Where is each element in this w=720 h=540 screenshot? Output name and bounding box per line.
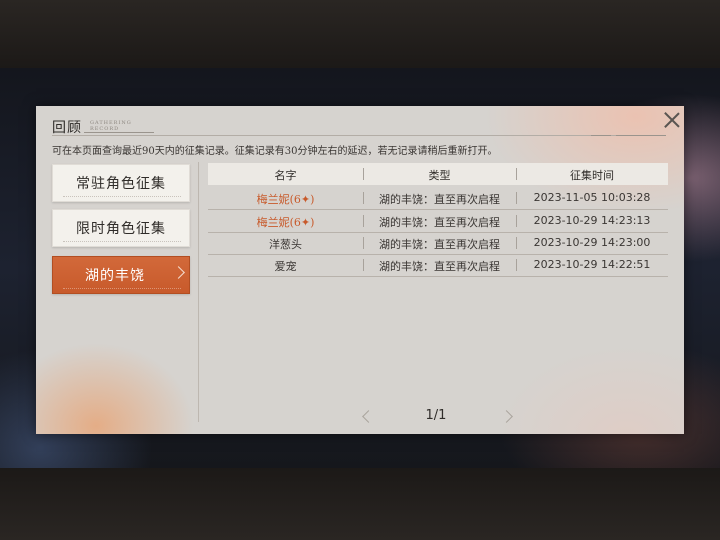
bottom-band	[0, 468, 720, 540]
table-row: 爱宠 湖的丰饶：直至再次启程 2023-10-29 14:22:51	[208, 254, 668, 277]
table-header: 名字 类型 征集时间	[208, 163, 668, 185]
tab-decoration	[63, 238, 181, 242]
tab-decoration	[63, 193, 181, 197]
close-icon[interactable]	[660, 108, 684, 132]
table-row: 梅兰妮(6✦) 湖的丰饶：直至再次启程 2023-11-05 10:03:28	[208, 187, 668, 210]
title-decoration-text: GATHERING RECORD	[90, 120, 132, 132]
tab-label: 常驻角色征集	[76, 176, 166, 192]
record-type: 湖的丰饶：直至再次启程	[379, 193, 500, 206]
tab-limited-gathering[interactable]: 限时角色征集	[52, 209, 190, 247]
column-header-time: 征集时间	[570, 169, 614, 182]
record-time: 2023-10-29 14:22:51	[533, 258, 651, 271]
record-name: 爱宠	[274, 260, 297, 273]
record-name: 梅兰妮(6✦)	[256, 193, 315, 206]
tab-label: 限时角色征集	[76, 221, 166, 237]
tab-label: 湖的丰饶	[85, 268, 145, 284]
title-divider	[52, 135, 622, 136]
dialog-title: 回顾	[52, 120, 82, 136]
sidebar-divider	[198, 162, 199, 422]
title-divider-accent	[616, 135, 666, 136]
table-row: 洋葱头 湖的丰饶：直至再次启程 2023-10-29 14:23:00	[208, 232, 668, 255]
table-row: 梅兰妮(6✦) 湖的丰饶：直至再次启程 2023-10-29 14:23:13	[208, 210, 668, 233]
notice-text: 可在本页面查询最近90天内的征集记录。征集记录有30分钟左右的延迟，若无记录请稍…	[52, 146, 498, 157]
page-indicator: 1/1	[425, 408, 447, 423]
record-name: 梅兰妮(6✦)	[256, 216, 315, 229]
record-type: 湖的丰饶：直至再次启程	[379, 238, 500, 251]
record-type: 湖的丰饶：直至再次启程	[379, 260, 500, 273]
title-divider-accent	[591, 135, 611, 136]
chevron-left-icon[interactable]	[362, 410, 375, 423]
record-time: 2023-10-29 14:23:13	[533, 214, 651, 227]
chevron-right-icon[interactable]	[500, 410, 513, 423]
record-type: 湖的丰饶：直至再次启程	[379, 216, 500, 229]
tab-standard-gathering[interactable]: 常驻角色征集	[52, 164, 190, 202]
tab-lake-abundance[interactable]: 湖的丰饶	[52, 256, 190, 294]
top-band	[0, 0, 720, 68]
records-dialog: 回顾 GATHERING RECORD 可在本页面查询最近90天内的征集记录。征…	[36, 106, 684, 434]
record-time: 2023-11-05 10:03:28	[533, 191, 651, 204]
title-decoration: GATHERING RECORD	[84, 118, 154, 133]
column-header-name: 名字	[274, 169, 297, 182]
column-header-type: 类型	[428, 169, 451, 182]
record-name: 洋葱头	[269, 238, 302, 251]
record-time: 2023-10-29 14:23:00	[533, 236, 651, 249]
tab-decoration	[63, 285, 181, 289]
